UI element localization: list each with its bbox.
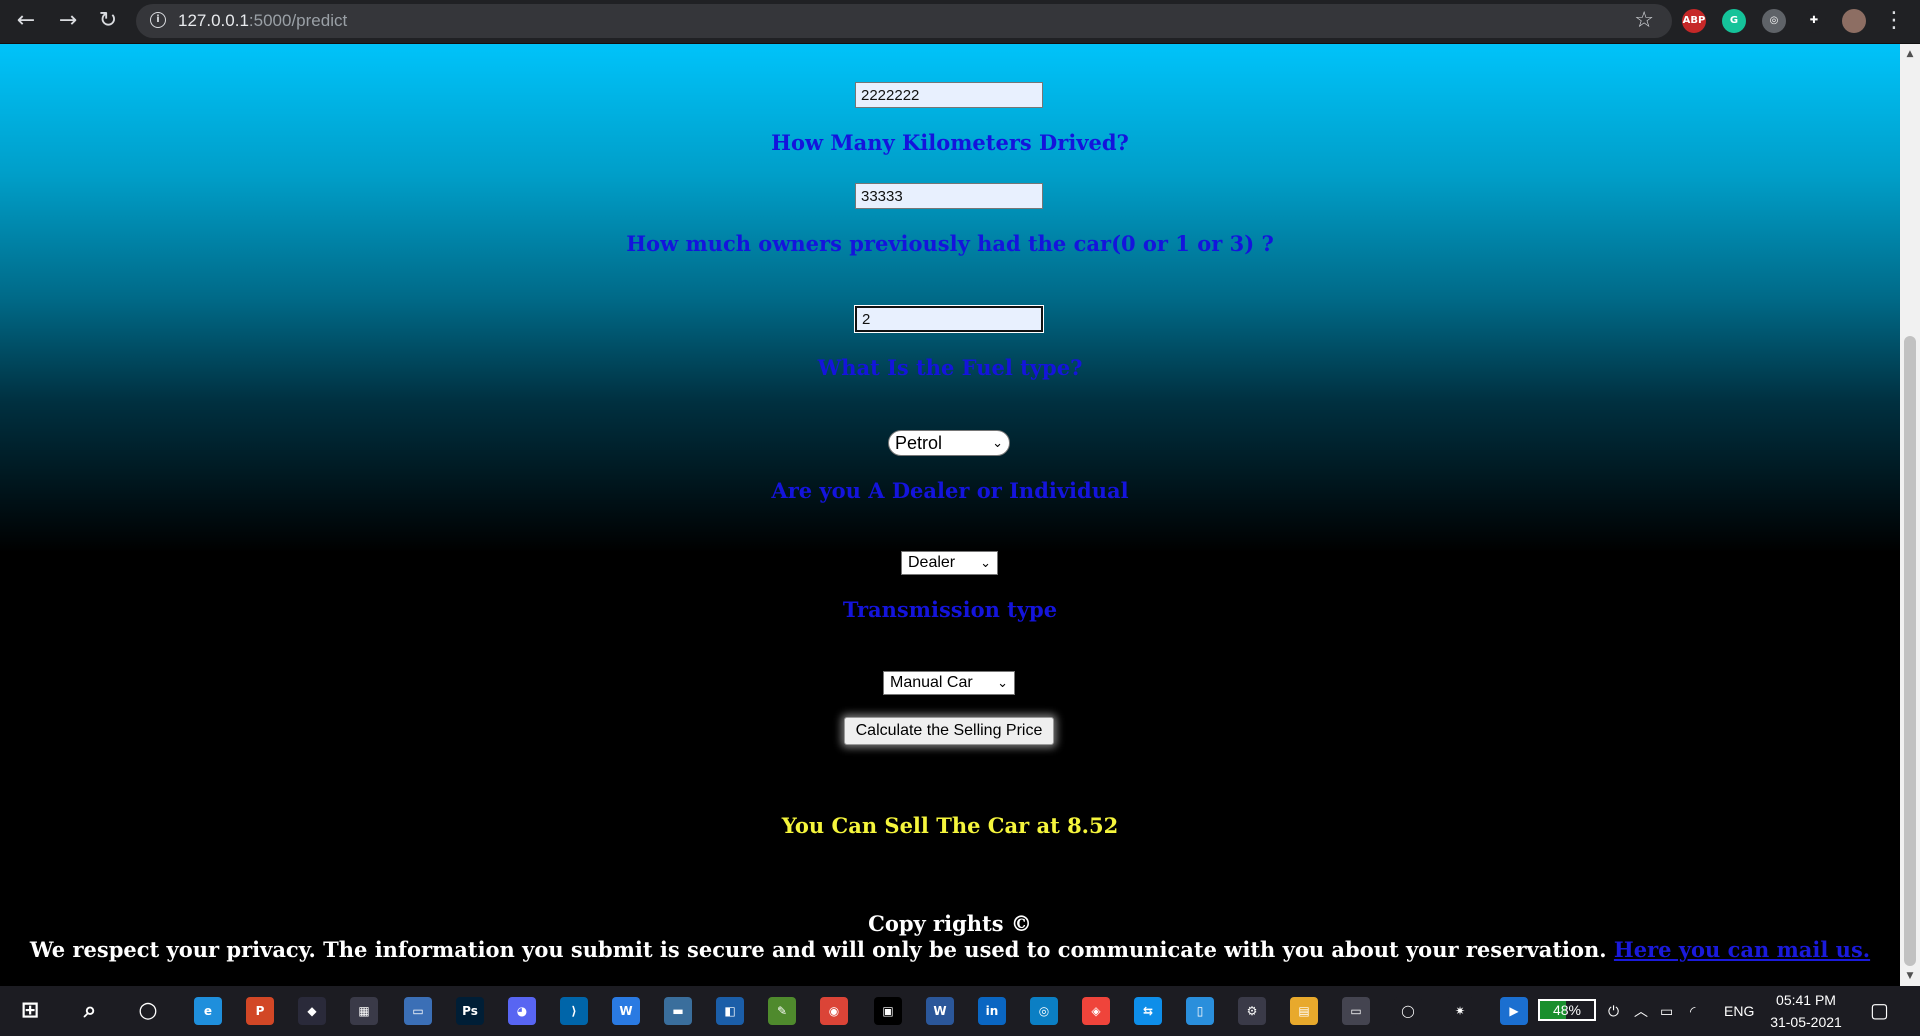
anydesk-icon[interactable]: ◈ xyxy=(1082,997,1110,1025)
notifications-icon[interactable]: ▢ xyxy=(1870,1001,1889,1021)
battery-percent: 48% xyxy=(1552,1002,1582,1018)
privacy-text: We respect your privacy. The information… xyxy=(29,937,1607,962)
seller-type-value: Dealer xyxy=(908,554,956,571)
scroll-down-arrow-icon[interactable]: ▼ xyxy=(1900,968,1920,984)
discord-icon[interactable]: ◕ xyxy=(508,997,536,1025)
power-status-icon[interactable]: ▭ xyxy=(1660,1001,1673,1021)
phone-app-icon[interactable]: ▯ xyxy=(1186,997,1214,1025)
language-indicator[interactable]: ENG xyxy=(1724,1001,1754,1021)
app-camera-icon[interactable]: ◎ xyxy=(1030,997,1058,1025)
search-icon[interactable]: ⌕ xyxy=(76,997,104,1025)
calculate-price-button[interactable]: Calculate the Selling Price xyxy=(844,717,1054,745)
transmission-select[interactable]: Manual Car ⌄ xyxy=(883,671,1015,695)
chrome-icon[interactable]: ◉ xyxy=(820,997,848,1025)
media-player-icon[interactable]: ▶ xyxy=(1500,997,1528,1025)
copyright-text: Copy rights © xyxy=(868,911,1032,936)
mail-us-link[interactable]: Here you can mail us. xyxy=(1614,937,1870,962)
transmission-value: Manual Car xyxy=(890,674,973,691)
file-explorer-icon[interactable]: ▤ xyxy=(1290,997,1318,1025)
adblock-icon[interactable]: ABP xyxy=(1682,9,1706,33)
seller-type-select[interactable]: Dealer ⌄ xyxy=(901,551,998,575)
browser-menu-icon[interactable]: ⋮ xyxy=(1880,7,1908,35)
edge-icon[interactable]: e xyxy=(194,997,222,1025)
back-arrow-icon[interactable]: ← xyxy=(12,7,40,35)
extension-icon[interactable]: ◎ xyxy=(1762,9,1786,33)
teamviewer-icon[interactable]: ⇆ xyxy=(1134,997,1162,1025)
fuel-label: What Is the Fuel type? xyxy=(817,355,1083,380)
photoshop-icon[interactable]: Ps xyxy=(456,997,484,1025)
scroll-up-arrow-icon[interactable]: ▲ xyxy=(1900,46,1920,62)
laptop-icon[interactable]: ▭ xyxy=(404,997,432,1025)
address-bar[interactable]: i 127.0.0.1:5000/predict ☆ xyxy=(136,4,1672,38)
windows-taskbar: ⊞ ⌕ ○ e P ◆ ▦ ▭ Ps ◕ ⟩ W ▬ ◧ ✎ ◉ ▣ Win ◎ ◈ ⇆ ▯ ⚙ ▤ ▭ ◯ ✷ ▶ 48% ⏻ ︿ … xyxy=(0,986,1920,1036)
clock-date: 31-05-2021 xyxy=(1770,1014,1842,1030)
owners-input[interactable] xyxy=(854,305,1044,333)
page-scrollbar[interactable]: ▲ ▼ xyxy=(1900,44,1920,986)
selling-price-input[interactable] xyxy=(855,82,1043,108)
cortana-icon[interactable]: ○ xyxy=(134,997,162,1025)
circle-app-icon[interactable]: ◯ xyxy=(1394,997,1422,1025)
plug-icon: ⏻ xyxy=(1608,1003,1620,1019)
chevron-down-icon: ⌄ xyxy=(992,435,1003,450)
store-icon[interactable]: ▦ xyxy=(350,997,378,1025)
terminal-icon[interactable]: ▭ xyxy=(1342,997,1370,1025)
seller-type-label: Are you A Dealer or Individual xyxy=(771,478,1129,503)
url-path: :5000/predict xyxy=(248,11,348,30)
kilometers-input[interactable] xyxy=(855,183,1043,209)
bookmark-star-icon[interactable]: ☆ xyxy=(1634,8,1654,34)
notepad-icon[interactable]: ✎ xyxy=(768,997,796,1025)
clock-time: 05:41 PM xyxy=(1776,992,1836,1008)
keyboard-app-icon[interactable]: ▬ xyxy=(664,997,692,1025)
word-icon[interactable]: W xyxy=(926,997,954,1025)
fuel-type-value: Petrol xyxy=(895,433,943,453)
km-label: How Many Kilometers Drived? xyxy=(771,130,1129,155)
forward-arrow-icon[interactable]: → xyxy=(54,7,82,35)
wifi-icon[interactable]: ◜ xyxy=(1690,1001,1695,1021)
battery-indicator[interactable]: 48% xyxy=(1538,999,1596,1021)
owners-label: How much owners previously had the car(0… xyxy=(626,231,1274,256)
windows-start-icon[interactable]: ⊞ xyxy=(16,997,44,1025)
prediction-result: You Can Sell The Car at 8.52 xyxy=(781,813,1119,838)
chevron-down-icon: ⌄ xyxy=(997,675,1008,690)
flow-app-icon[interactable]: ◆ xyxy=(298,997,326,1025)
browser-toolbar: ← → ↻ i 127.0.0.1:5000/predict ☆ ABP G ◎ ✚ … xyxy=(0,0,1920,44)
powerpoint-icon[interactable]: P xyxy=(246,997,274,1025)
site-info-icon[interactable]: i xyxy=(150,12,166,28)
puzzle-icon[interactable]: ✚ xyxy=(1802,9,1826,33)
app-w-icon[interactable]: W xyxy=(612,997,640,1025)
linkedin-icon[interactable]: in xyxy=(978,997,1006,1025)
url-host: 127.0.0.1 xyxy=(178,11,249,30)
imdb-icon[interactable]: ▣ xyxy=(874,997,902,1025)
system-clock[interactable]: 05:41 PM 31-05-2021 xyxy=(1760,989,1852,1033)
vscode-icon[interactable]: ⟩ xyxy=(560,997,588,1025)
chevron-up-icon[interactable]: ︿ xyxy=(1634,1001,1648,1021)
url-text[interactable]: 127.0.0.1:5000/predict xyxy=(178,11,347,31)
app-square-icon[interactable]: ◧ xyxy=(716,997,744,1025)
chevron-down-icon: ⌄ xyxy=(980,555,991,570)
fuel-type-select[interactable]: Petrol ⌄ xyxy=(888,430,1010,456)
grammarly-icon[interactable]: G xyxy=(1722,9,1746,33)
profile-avatar-icon[interactable] xyxy=(1842,9,1866,33)
settings-gear-icon[interactable]: ⚙ xyxy=(1238,997,1266,1025)
privacy-statement: We respect your privacy. The information… xyxy=(0,937,1900,962)
network-app-icon[interactable]: ✷ xyxy=(1446,997,1474,1025)
reload-icon[interactable]: ↻ xyxy=(94,7,122,35)
scrollbar-thumb[interactable] xyxy=(1904,336,1916,966)
transmission-label: Transmission type xyxy=(842,597,1058,622)
